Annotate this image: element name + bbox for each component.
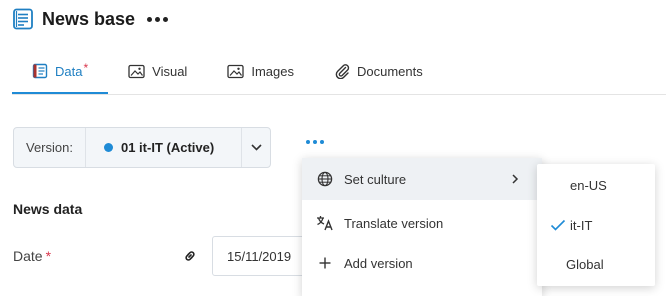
tab-data-label: Data <box>55 63 83 79</box>
culture-option-global[interactable]: Global <box>537 246 655 282</box>
tab-documents[interactable]: Documents <box>314 48 443 94</box>
tab-images-label: Images <box>251 63 294 79</box>
more-options-button[interactable] <box>147 9 169 29</box>
section-title: News data <box>13 201 83 217</box>
news-document-icon <box>12 8 34 30</box>
page-title: News base <box>42 8 136 29</box>
menu-item-label: Add version <box>344 255 413 271</box>
image-icon <box>128 64 145 78</box>
culture-option-en-us[interactable]: en-US <box>537 167 655 203</box>
required-marker: * <box>45 248 52 264</box>
tab-bar: Data * Visual Images Documents <box>12 48 443 94</box>
image-icon <box>227 64 244 78</box>
chevron-down-icon <box>251 144 262 151</box>
menu-item-label: Set culture <box>344 171 407 187</box>
more-dot <box>163 16 169 22</box>
more-dot <box>147 16 153 22</box>
checkmark-icon <box>550 219 566 231</box>
menu-item-label: Translate version <box>344 215 444 231</box>
tab-visual-label: Visual <box>152 63 188 79</box>
date-label: Date * <box>13 248 51 264</box>
culture-submenu: en-US it-IT Global <box>537 164 655 286</box>
globe-icon <box>316 170 334 188</box>
menu-item-add-version[interactable]: Add version <box>302 242 542 284</box>
tab-images[interactable]: Images <box>207 48 314 94</box>
culture-option-label: en-US <box>570 177 607 193</box>
chevron-right-icon <box>512 174 519 184</box>
tab-documents-label: Documents <box>356 63 423 79</box>
check-placeholder <box>550 257 562 271</box>
required-marker: * <box>83 61 89 75</box>
action-dot <box>306 140 310 144</box>
translate-icon <box>316 214 334 232</box>
paperclip-icon <box>335 64 350 79</box>
menu-item-translate-version[interactable]: Translate version <box>302 202 542 244</box>
page-header: News base <box>12 6 169 32</box>
tab-data[interactable]: Data * <box>12 48 109 94</box>
check-placeholder <box>550 178 566 192</box>
version-value[interactable]: 01 it-IT (Active) <box>86 128 241 167</box>
version-dropdown-button[interactable] <box>241 128 270 167</box>
tabs-divider <box>12 94 666 95</box>
more-dot <box>155 16 161 22</box>
culture-option-it-it[interactable]: it-IT <box>537 207 655 243</box>
version-label: Version: <box>14 128 86 167</box>
plus-icon <box>316 254 334 272</box>
version-actions-menu: Set culture Translate version Add versio… <box>302 158 542 296</box>
date-label-text: Date <box>13 248 43 264</box>
active-status-dot <box>103 143 113 152</box>
data-book-icon <box>32 63 48 79</box>
action-dot <box>313 140 317 144</box>
version-value-text: 01 it-IT (Active) <box>120 140 215 155</box>
link-icon[interactable] <box>183 249 197 263</box>
culture-option-label: Global <box>566 256 604 272</box>
tab-visual[interactable]: Visual <box>108 48 207 94</box>
version-selector: Version: 01 it-IT (Active) <box>13 127 271 168</box>
culture-option-label: it-IT <box>570 217 593 233</box>
version-actions-button[interactable] <box>306 140 324 144</box>
action-dot <box>320 140 324 144</box>
menu-item-set-culture[interactable]: Set culture <box>302 158 542 200</box>
